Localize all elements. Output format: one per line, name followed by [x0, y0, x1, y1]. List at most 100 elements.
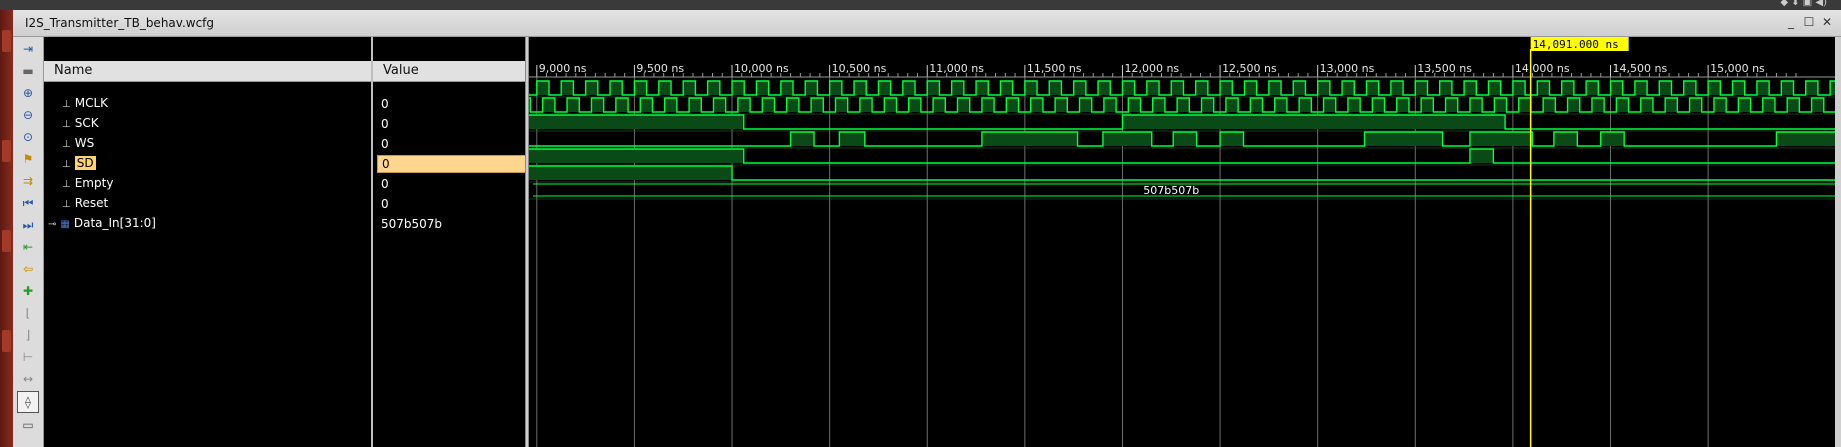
swap-cursor-icon[interactable]: ⌊: [19, 305, 37, 321]
signal-name: Reset: [74, 196, 109, 210]
minimize-icon[interactable]: _: [1783, 14, 1799, 30]
ruler-tick-label: 9,000 ns: [539, 62, 587, 75]
prev-edge-icon[interactable]: ⏮: [19, 195, 37, 211]
mclk-waveform-high-fill: [1195, 81, 1208, 95]
next-edge-icon[interactable]: ⏭: [19, 217, 37, 233]
launcher-item[interactable]: [2, 330, 11, 352]
signal-value: 507b507b: [381, 217, 443, 231]
sck-waveform-high-fill: [615, 98, 629, 112]
next-marker-icon[interactable]: ✚: [19, 283, 37, 299]
mclk-waveform-high-fill: [1342, 81, 1355, 95]
sck-waveform-high-fill: [1103, 98, 1117, 112]
sck-waveform-high-fill: [1225, 98, 1239, 112]
mclk-waveform-high-fill: [1171, 81, 1184, 95]
mclk-waveform-high-fill: [1805, 81, 1818, 95]
mclk-waveform-high-fill: [927, 81, 940, 95]
mclk-waveform-high-fill: [1781, 81, 1794, 95]
name-column-label: Name: [54, 63, 93, 78]
mclk-waveform-high-fill: [854, 81, 867, 95]
mclk-waveform-high-fill: [1220, 81, 1233, 95]
launcher-item[interactable]: [2, 140, 11, 162]
mclk-waveform-high-fill: [732, 81, 745, 95]
sck-waveform-high-fill: [1079, 98, 1092, 112]
signal-value-selected[interactable]: 0: [377, 155, 527, 173]
mclk-waveform-high-fill: [1708, 81, 1721, 95]
launcher-item[interactable]: [2, 230, 11, 252]
sck-waveform-high-fill: [591, 98, 604, 112]
mark-icon[interactable]: ⊢: [19, 349, 37, 365]
sck-waveform-high-fill: [1396, 98, 1409, 112]
prev-marker-icon[interactable]: ⇦: [19, 261, 37, 277]
launcher-item[interactable]: [2, 30, 11, 52]
signal-row-sck[interactable]: ⊥ SCK: [62, 115, 99, 131]
sck-waveform-high-fill: [1177, 98, 1190, 112]
zoom-in-icon[interactable]: ⊕: [19, 85, 37, 101]
cursor-toggle-icon[interactable]: ⟠: [17, 391, 39, 413]
reset-waveform-high-fill: [529, 166, 733, 180]
bit-signal-icon: ⊥: [62, 179, 71, 190]
sck-waveform-high-fill: [1030, 98, 1043, 112]
mclk-waveform-high-fill: [1024, 81, 1038, 95]
ws-waveform-high-fill: [529, 115, 744, 129]
sck-waveform-high-fill: [689, 98, 702, 112]
sck-waveform-high-fill: [1372, 98, 1385, 112]
sck-waveform-high-fill: [1055, 98, 1068, 112]
zoom-fit-icon[interactable]: ⊙: [19, 129, 37, 145]
signal-row-sd[interactable]: ⊥ SD: [62, 155, 96, 171]
signal-value: 0: [381, 97, 389, 111]
goto-icon[interactable]: ⇥: [19, 41, 37, 57]
value-column-label: Value: [383, 63, 419, 78]
mclk-waveform-high-fill: [1317, 81, 1330, 95]
signal-value: 0: [381, 197, 389, 211]
sd-waveform-high-fill: [790, 132, 815, 146]
waveform-canvas[interactable]: 9,000 ns 9,500 ns 10,000 ns 10,500 ns 11,000…: [529, 37, 1835, 447]
mclk-waveform-high-fill: [878, 81, 891, 95]
mclk-waveform-high-fill: [780, 81, 794, 95]
signal-name: SD: [74, 156, 96, 170]
sd-waveform-high-fill: [1553, 132, 1578, 146]
value-column-header[interactable]: Value: [373, 61, 525, 82]
mclk-waveform-high-fill: [610, 81, 623, 95]
mclk-waveform-high-fill: [1293, 81, 1306, 95]
zoom-out-icon[interactable]: ⊖: [19, 107, 37, 123]
ruler-tick-label: 9,500 ns: [636, 62, 684, 75]
bit-signal-icon: ⊥: [62, 159, 71, 170]
sck-waveform-high-fill: [933, 98, 946, 112]
mclk-waveform-high-fill: [683, 81, 696, 95]
sd-waveform-high-fill: [1102, 132, 1152, 146]
close-icon[interactable]: ✕: [1819, 14, 1835, 30]
signal-row-mclk[interactable]: ⊥ MCLK: [62, 95, 108, 111]
signal-row-empty[interactable]: ⊥ Empty: [62, 175, 113, 191]
sck-waveform-high-fill: [884, 98, 897, 112]
goto-cursor-icon[interactable]: ⇉: [19, 173, 37, 189]
add-marker-icon[interactable]: ⇤: [19, 239, 37, 255]
sck-waveform-high-fill: [1201, 98, 1214, 112]
signal-row-ws[interactable]: ⊥ WS: [62, 135, 94, 151]
marker-icon[interactable]: ⚑: [19, 151, 37, 167]
data-in-bus-value: 507b507b: [1143, 184, 1199, 197]
mclk-waveform-high-fill: [658, 81, 672, 95]
sck-waveform-high-fill: [762, 98, 775, 112]
save-icon[interactable]: ▬: [19, 63, 37, 79]
mclk-waveform-high-fill: [1000, 81, 1013, 95]
name-column-header[interactable]: Name: [44, 61, 371, 82]
mclk-waveform-high-fill: [1244, 81, 1257, 95]
signal-row-data-in[interactable]: ⊸ ▦ Data_In[31:0]: [48, 215, 156, 231]
maximize-icon[interactable]: ☐: [1801, 14, 1817, 30]
sck-waveform-high-fill: [1591, 98, 1605, 112]
measure-icon[interactable]: ↔: [19, 371, 37, 387]
sck-waveform-high-fill: [1421, 98, 1434, 112]
empty-waveform-high-fill: [529, 149, 744, 163]
signal-name: Data_In[31:0]: [73, 216, 156, 230]
mclk-waveform-high-fill: [1146, 81, 1160, 95]
snap-icon[interactable]: ⌋: [19, 327, 37, 343]
signal-value: 0: [381, 117, 389, 131]
bus-icon[interactable]: ▭: [19, 417, 37, 433]
sd-waveform-high-fill: [981, 132, 1078, 146]
sck-waveform-high-fill: [1640, 98, 1653, 112]
expand-icon[interactable]: ⊸: [48, 219, 56, 230]
vertical-scrollbar[interactable]: [1835, 37, 1841, 447]
signal-row-reset[interactable]: ⊥ Reset: [62, 195, 108, 211]
mclk-waveform-high-fill: [1659, 81, 1672, 95]
sck-waveform-high-fill: [1567, 98, 1580, 112]
